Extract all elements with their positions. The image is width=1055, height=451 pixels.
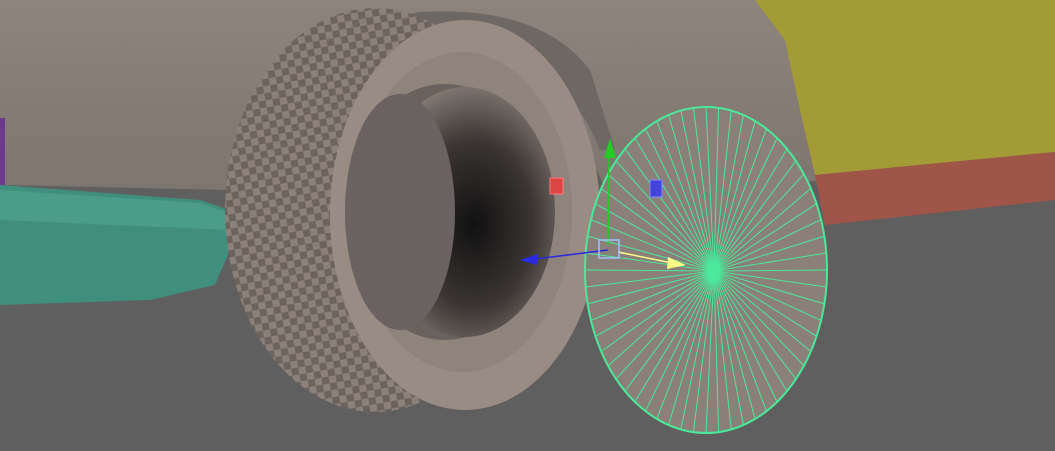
manip-red-plane-handle[interactable] (549, 177, 564, 195)
wheel-disc-selected[interactable] (584, 106, 828, 434)
tire[interactable] (225, 8, 600, 412)
viewport-canvas[interactable] (0, 0, 1055, 451)
3d-viewport[interactable] (0, 0, 1055, 451)
purple-panel[interactable] (0, 118, 5, 186)
manip-blue-plane-handle[interactable] (649, 179, 663, 198)
tire-inner-bg (345, 94, 455, 330)
manip-y-axis[interactable] (607, 154, 610, 246)
